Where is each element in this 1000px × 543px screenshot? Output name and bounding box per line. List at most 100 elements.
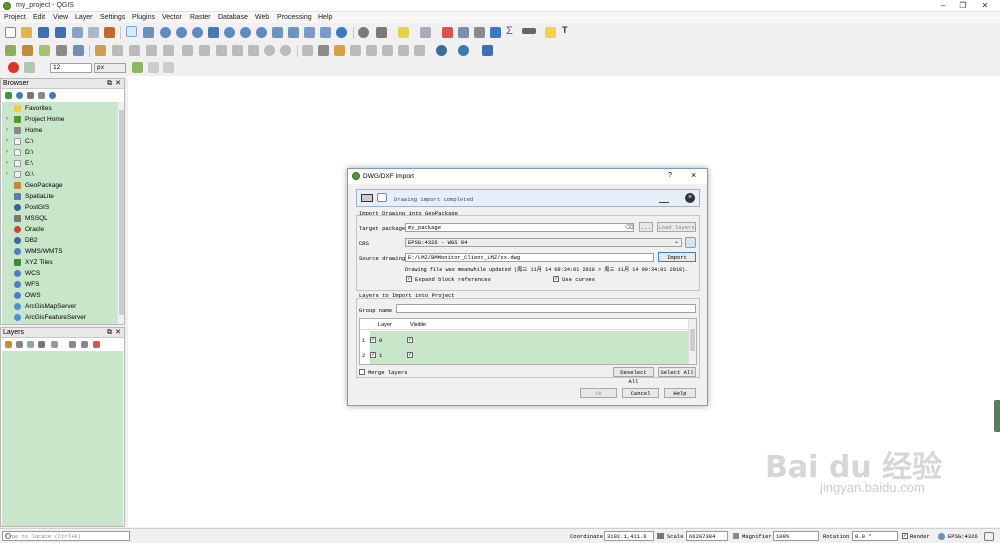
statistics-icon[interactable]: Σ (506, 25, 513, 37)
list-item[interactable]: Oracle (2, 224, 118, 235)
scale-input[interactable]: 66287384 (686, 531, 728, 541)
list-item[interactable]: SpatiaLite (2, 191, 118, 202)
dialog-close-icon[interactable]: × (691, 170, 696, 180)
save-project-icon[interactable] (38, 27, 49, 38)
tracing-icon[interactable] (148, 62, 159, 73)
pan-to-selection-icon[interactable] (143, 27, 154, 38)
actions-icon[interactable] (376, 27, 387, 38)
table-row[interactable]: 1 ✓ 0 ✓ (361, 335, 689, 348)
browser-scrollbar[interactable] (117, 102, 124, 324)
render-checkbox[interactable]: ✓ (902, 533, 908, 539)
deselect-all-button[interactable]: Deselect All (613, 367, 654, 385)
label-properties-icon[interactable] (414, 45, 425, 56)
modify-attributes-icon[interactable] (182, 45, 193, 56)
menu-plugins[interactable]: Plugins (132, 14, 155, 21)
zoom-last-icon[interactable] (272, 27, 283, 38)
import-button[interactable]: Import (658, 252, 696, 262)
message-close-icon[interactable]: × (685, 193, 695, 203)
save-edits-icon[interactable] (129, 45, 140, 56)
expand-blocks-checkbox[interactable]: ✓ (406, 276, 412, 282)
text-annotation-icon[interactable]: T (562, 25, 568, 35)
vertex-tool-icon[interactable] (163, 45, 174, 56)
snap-intersection-icon[interactable] (132, 62, 143, 73)
zoom-native-icon[interactable] (256, 27, 267, 38)
group-name-input[interactable] (396, 304, 696, 313)
status-crs[interactable]: EPSG:4326 (948, 533, 978, 540)
field-calculator-icon[interactable] (474, 27, 485, 38)
menu-processing[interactable]: Processing (277, 14, 312, 21)
crs-selector-icon[interactable] (685, 237, 696, 248)
layers-table-scrollbar[interactable] (688, 319, 696, 364)
message-menu-icon[interactable] (659, 194, 669, 203)
redo-icon[interactable] (280, 45, 291, 56)
list-item[interactable]: MSSQL (2, 213, 118, 224)
menu-project[interactable]: Project (4, 14, 26, 21)
open-project-icon[interactable] (21, 27, 32, 38)
pan-map-icon[interactable] (126, 26, 137, 37)
manage-themes-icon[interactable] (27, 341, 34, 348)
minimize-icon[interactable]: – (934, 1, 952, 11)
annotation-icon[interactable] (545, 27, 556, 38)
restore-icon[interactable]: ❐ (954, 1, 972, 11)
list-item[interactable]: DB2 (2, 235, 118, 246)
cut-features-icon[interactable] (216, 45, 227, 56)
select-all-button[interactable]: Select All (658, 367, 696, 377)
advanced-digitizing-icon[interactable] (163, 62, 174, 73)
unit-select[interactable]: px (94, 63, 126, 73)
row-import-checkbox[interactable]: ✓ (370, 337, 376, 343)
add-feature-icon[interactable] (146, 45, 157, 56)
python-console-icon[interactable] (458, 45, 469, 56)
coordinate-toggle-icon[interactable] (657, 533, 664, 539)
expand-arrow-icon[interactable]: › (6, 158, 8, 169)
menu-layer[interactable]: Layer (75, 14, 93, 21)
source-drawing-input[interactable]: E:/LMZ/BMMonitor_Client_LMZ/xx.dwg (405, 253, 654, 262)
expand-arrow-icon[interactable]: › (6, 125, 8, 136)
float-panel-icon[interactable]: ⧉ (107, 79, 112, 89)
snapping-icon[interactable] (24, 62, 35, 73)
toggle-editing-icon[interactable] (112, 45, 123, 56)
paste-features-icon[interactable] (248, 45, 259, 56)
close-panel-icon[interactable]: ✕ (115, 79, 121, 89)
list-item[interactable]: WFS (2, 279, 118, 290)
row-visible-checkbox[interactable]: ✓ (407, 352, 413, 358)
list-item[interactable]: › C:\ (2, 136, 118, 147)
target-package-input[interactable]: my_package (405, 223, 634, 232)
new-project-icon[interactable] (5, 27, 16, 38)
list-item[interactable]: OWS (2, 290, 118, 301)
select-by-value-icon[interactable] (420, 27, 431, 38)
pin-labels-icon[interactable] (334, 45, 345, 56)
scale-lock-icon[interactable] (733, 533, 739, 539)
row-import-checkbox[interactable]: ✓ (370, 352, 376, 358)
list-item[interactable]: ArcGisFeatureServer (2, 312, 118, 323)
browse-button[interactable]: ... (639, 222, 653, 232)
data-source-manager-icon[interactable] (5, 45, 16, 56)
zoom-layer-icon[interactable] (240, 27, 251, 38)
collapse-layers-icon[interactable] (81, 341, 88, 348)
list-item[interactable]: GeoPackage (2, 180, 118, 191)
list-item[interactable]: WMS/WMTS (2, 246, 118, 257)
style-manager-icon[interactable] (104, 27, 115, 38)
undo-icon[interactable] (264, 45, 275, 56)
zoom-in-icon[interactable] (160, 27, 171, 38)
message-toggle-icon[interactable] (361, 194, 373, 202)
move-label-icon[interactable] (366, 45, 377, 56)
menu-help[interactable]: Help (318, 14, 332, 21)
expand-arrow-icon[interactable]: › (6, 147, 8, 158)
rotation-input[interactable]: 0.0 ° (852, 531, 898, 541)
edit-pencil-icon[interactable] (95, 45, 106, 56)
menu-vector[interactable]: Vector (162, 14, 182, 21)
menu-web[interactable]: Web (255, 14, 269, 21)
add-selected-icon[interactable] (5, 92, 12, 99)
list-item[interactable]: › Project Home (2, 114, 118, 125)
list-item[interactable]: ArcGisMapServer (2, 301, 118, 312)
expand-arrow-icon[interactable]: › (6, 114, 8, 125)
digitize-record-icon[interactable] (8, 62, 19, 73)
list-item[interactable]: Favorites (2, 103, 118, 114)
toolbox-icon[interactable] (490, 27, 501, 38)
digitize-icon[interactable] (56, 45, 67, 56)
menu-settings[interactable]: Settings (100, 14, 125, 21)
locator-input[interactable]: Type to locate (Ctrl+K) (2, 531, 130, 541)
add-db-icon[interactable] (73, 45, 84, 56)
layer-styling-icon[interactable] (5, 341, 12, 348)
select-features-icon[interactable] (398, 27, 409, 38)
